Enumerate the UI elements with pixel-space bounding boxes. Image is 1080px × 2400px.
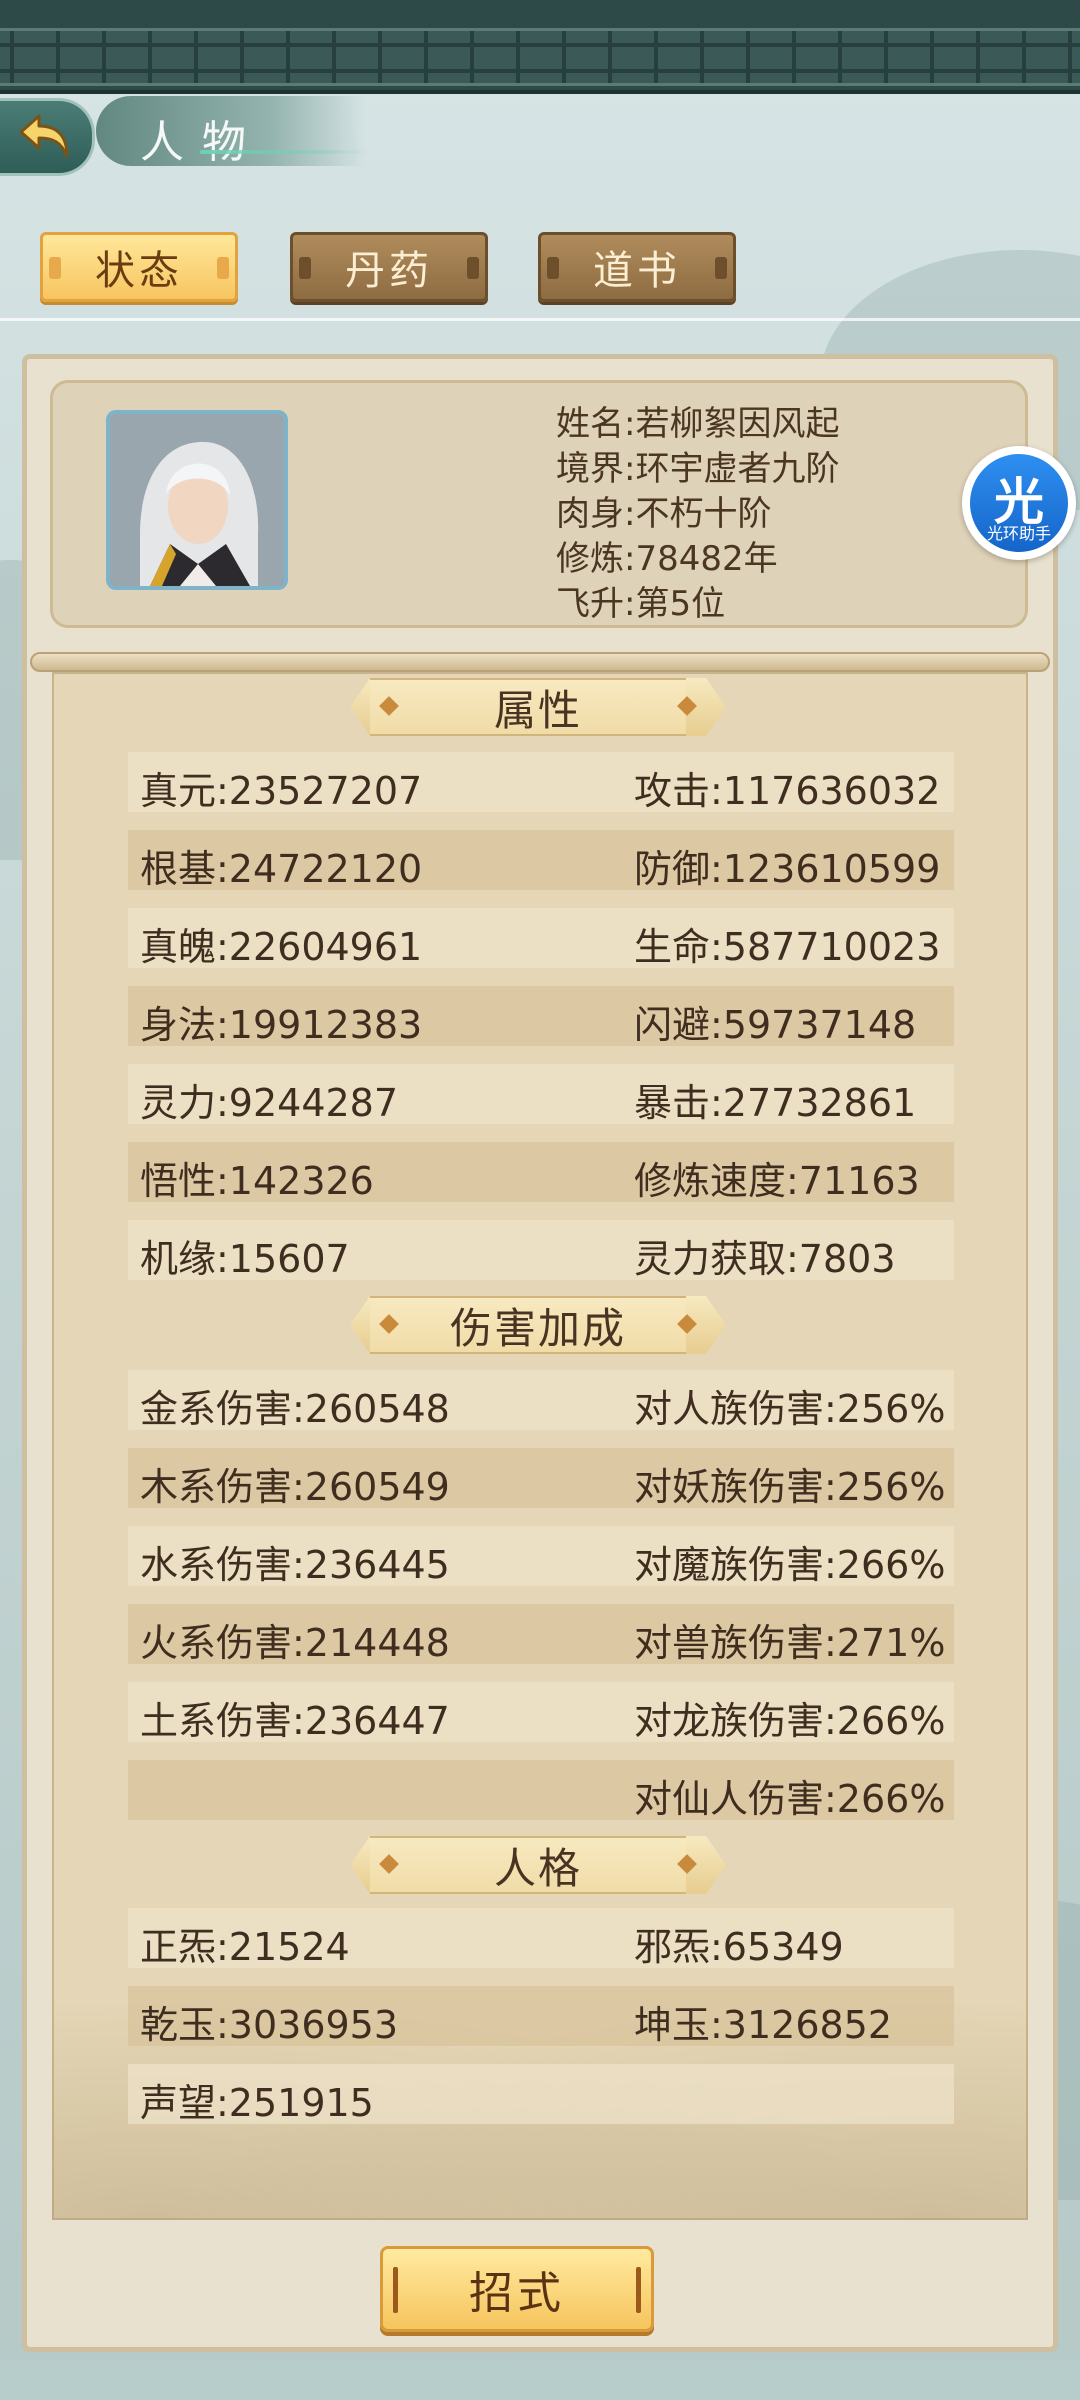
stat-left: 根基:24722120 (140, 847, 423, 891)
back-button[interactable] (0, 98, 95, 176)
stat-row: 正炁:21524 邪炁:65349 (128, 1908, 954, 1969)
back-arrow-icon (19, 114, 69, 158)
stat-row: 真元:23527207 攻击:117636032 (128, 752, 954, 813)
stat-left: 火系伤害:214448 (140, 1621, 450, 1665)
tab-label: 丹药 (345, 248, 433, 294)
stat-right: 对魔族伤害:266% (634, 1543, 946, 1587)
stat-left: 真元:23527207 (140, 769, 423, 813)
stat-row: 对仙人伤害:266% (128, 1760, 954, 1821)
title-underline (200, 150, 370, 154)
stat-right: 对人族伤害:256% (634, 1387, 946, 1431)
stat-left: 身法:19912383 (140, 1003, 423, 1047)
section-title: 伤害加成 (449, 1303, 626, 1353)
tab-label: 状态 (95, 248, 183, 294)
tab-status[interactable]: 状态 (40, 232, 238, 302)
helper-icon: 光 光环助手 (970, 454, 1068, 552)
stat-right: 坤玉:3126852 (634, 2003, 893, 2047)
stat-right: 暴击:27732861 (634, 1081, 917, 1125)
stat-row: 身法:19912383 闪避:59737148 (128, 986, 954, 1047)
stat-row: 根基:24722120 防御:123610599 (128, 830, 954, 891)
stat-left: 正炁:21524 (140, 1925, 350, 1969)
tab-taoist-books[interactable]: 道书 (538, 232, 736, 302)
stat-right: 对龙族伤害:266% (634, 1699, 946, 1743)
stat-left: 机缘:15607 (140, 1237, 350, 1281)
helper-label: 光环助手 (986, 524, 1051, 543)
page-title: 人物 (140, 117, 264, 168)
character-realm: 境界:环宇虚者九阶 (556, 449, 840, 489)
title-bar: 人物 (96, 96, 366, 168)
stat-row: 真魄:22604961 生命:587710023 (128, 908, 954, 969)
scroll-rod (30, 652, 1050, 672)
stat-row: 水系伤害:236445 对魔族伤害:266% (128, 1526, 954, 1587)
tab-pills[interactable]: 丹药 (290, 232, 488, 302)
stat-row: 乾玉:3036953 坤玉:3126852 (128, 1986, 954, 2047)
tab-label: 道书 (593, 248, 681, 294)
stat-left: 水系伤害:236445 (140, 1543, 450, 1587)
skills-button[interactable]: 招式 (380, 2246, 654, 2332)
character-body: 肉身:不朽十阶 (556, 494, 772, 534)
stat-left: 声望:251915 (140, 2081, 374, 2125)
stat-right: 攻击:117636032 (634, 769, 941, 813)
stat-row: 金系伤害:260548 对人族伤害:256% (128, 1370, 954, 1431)
character-ascension: 飞升:第5位 (556, 584, 726, 624)
stat-right: 灵力获取:7803 (634, 1237, 896, 1281)
stat-row: 灵力:9244287 暴击:27732861 (128, 1064, 954, 1125)
section-title: 人格 (493, 1843, 582, 1893)
stat-right: 生命:587710023 (634, 925, 941, 969)
character-portrait (106, 410, 288, 590)
stat-right: 对妖族伤害:256% (634, 1465, 946, 1509)
section-title: 属性 (493, 685, 582, 735)
stat-left: 乾玉:3036953 (140, 2003, 399, 2047)
skills-button-label: 招式 (469, 2268, 565, 2319)
character-cultivation: 修炼:78482年 (556, 539, 778, 579)
section-header-attributes: 属性 (350, 678, 726, 736)
stat-left: 金系伤害:260548 (140, 1387, 450, 1431)
bottom-ground (0, 2360, 1080, 2400)
helper-floating-button[interactable]: 光 光环助手 (962, 446, 1076, 560)
stat-left: 土系伤害:236447 (140, 1699, 450, 1743)
stat-row: 土系伤害:236447 对龙族伤害:266% (128, 1682, 954, 1743)
stat-right: 邪炁:65349 (634, 1925, 844, 1969)
section-header-personality: 人格 (350, 1836, 726, 1894)
stat-right: 对仙人伤害:266% (634, 1777, 946, 1821)
stat-row: 火系伤害:214448 对兽族伤害:271% (128, 1604, 954, 1665)
stat-left: 悟性:142326 (140, 1159, 374, 1203)
stat-left: 木系伤害:260549 (140, 1465, 450, 1509)
top-frieze (0, 0, 1080, 94)
stat-row: 木系伤害:260549 对妖族伤害:256% (128, 1448, 954, 1509)
stat-left: 灵力:9244287 (140, 1081, 399, 1125)
section-header-damage-bonus: 伤害加成 (350, 1296, 726, 1354)
stat-row: 悟性:142326 修炼速度:71163 (128, 1142, 954, 1203)
character-name: 姓名:若柳絮因风起 (556, 404, 840, 444)
stat-right: 防御:123610599 (634, 847, 941, 891)
stat-row: 声望:251915 (128, 2064, 954, 2125)
stat-right: 闪避:59737148 (634, 1003, 917, 1047)
stat-right: 修炼速度:71163 (634, 1159, 920, 1203)
stat-row: 机缘:15607 灵力获取:7803 (128, 1220, 954, 1281)
character-avatar-icon (110, 414, 284, 586)
stat-left: 真魄:22604961 (140, 925, 423, 969)
frieze-pattern (0, 28, 1080, 86)
header-divider (0, 318, 1080, 321)
stat-right: 对兽族伤害:271% (634, 1621, 946, 1665)
